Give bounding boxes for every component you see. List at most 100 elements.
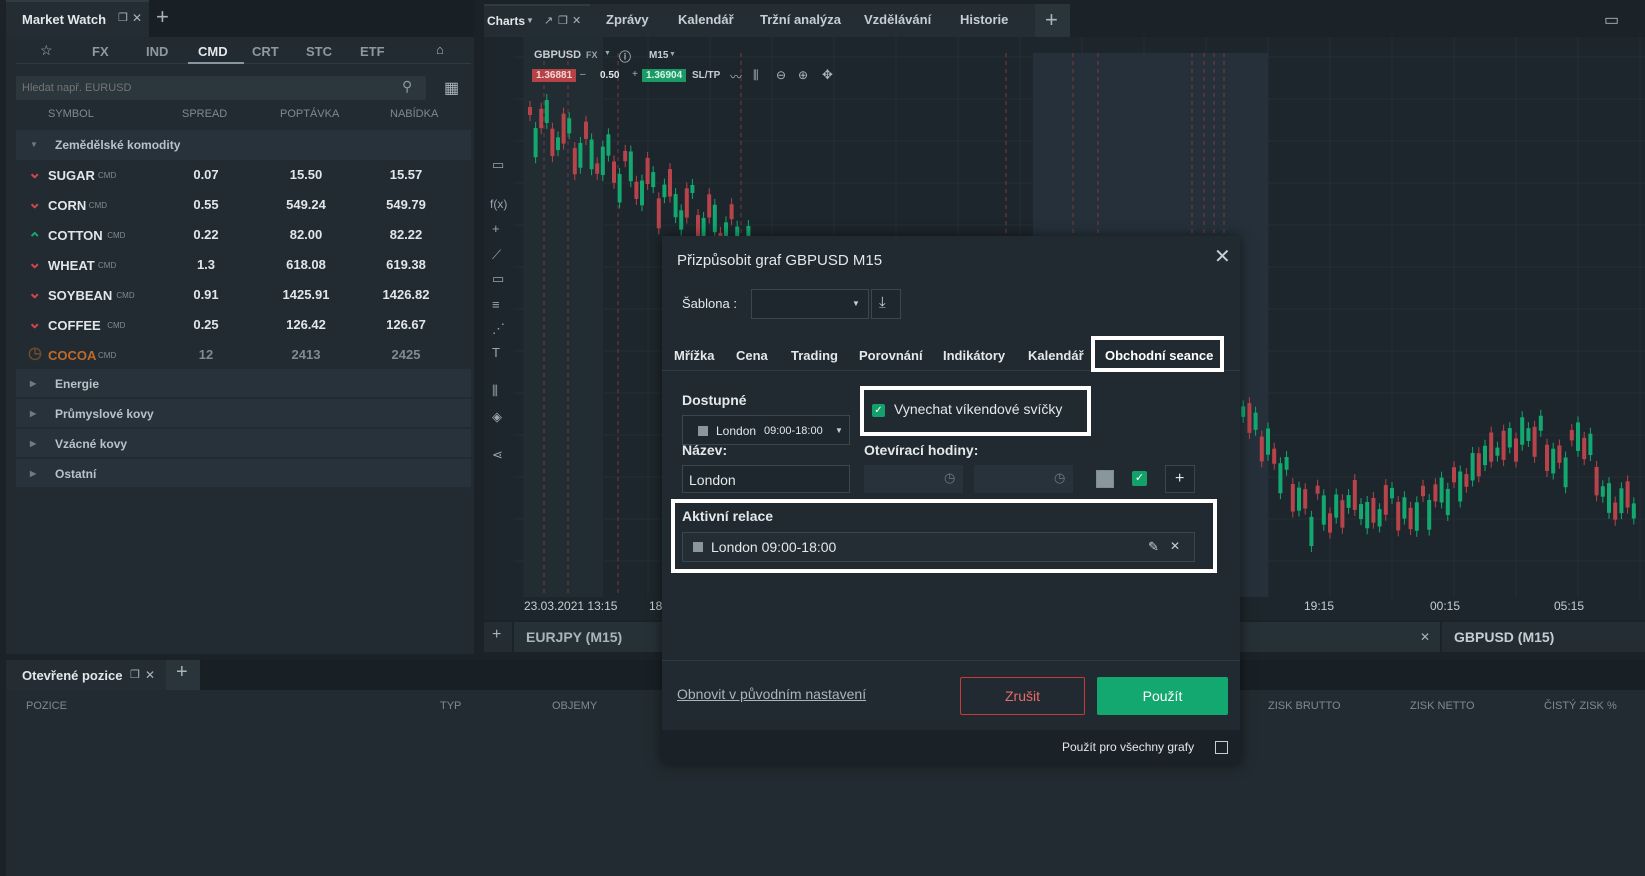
template-select[interactable]: ▼ — [751, 289, 869, 319]
tab-history[interactable]: Historie — [960, 12, 1008, 27]
share-icon[interactable]: ⋖ — [492, 447, 503, 463]
rectangle-tool-icon[interactable]: ▭ — [492, 271, 504, 287]
crosshair-icon[interactable]: ✥ — [822, 67, 833, 83]
zoom-in-icon[interactable]: ⊕ — [798, 68, 808, 82]
line-tool-icon[interactable]: ⟋ — [492, 247, 501, 263]
close-icon[interactable]: ✕ — [145, 668, 155, 682]
tab-calendar[interactable]: Kalendář — [678, 12, 734, 27]
tab-education[interactable]: Vzdělávání — [864, 12, 931, 27]
table-row[interactable]: ⌄ CORN CMD 0.55 549.24 549.79 — [16, 190, 471, 220]
candles-icon[interactable]: ⫼ — [753, 68, 759, 83]
zoom-out-icon[interactable]: ⊖ — [776, 68, 786, 82]
volume-value[interactable]: 0.50 — [600, 70, 619, 81]
table-row[interactable]: ⌄ WHEAT CMD 1.3 618.08 619.38 — [16, 250, 471, 280]
group-row[interactable]: ▶ Průmyslové kovy — [16, 399, 471, 427]
table-row[interactable]: ◷ COCOA CMD 12 2413 2425 — [16, 340, 471, 370]
add-session-button[interactable]: + — [1165, 465, 1195, 493]
chevron-down-icon[interactable]: ▼ — [604, 50, 611, 57]
symbol: COFFEE — [48, 318, 101, 333]
positions-tab[interactable]: Otevřené pozice ❐ ✕ — [6, 660, 166, 690]
maximize-icon[interactable]: ❐ — [130, 668, 140, 681]
tab-ind[interactable]: IND — [146, 44, 168, 59]
minus-icon[interactable]: – — [580, 69, 586, 80]
group-row[interactable]: ▶ Vzácné kovy — [16, 429, 471, 457]
apply-button[interactable]: Použít — [1097, 677, 1228, 715]
table-row[interactable]: ⌄ SUGAR CMD 0.07 15.50 15.57 — [16, 160, 471, 190]
tab-news[interactable]: Zprávy — [606, 12, 649, 27]
popout-icon[interactable]: ↗ — [544, 14, 553, 27]
add-tab-button[interactable]: + — [166, 660, 200, 690]
group-row[interactable]: ▶ Ostatní — [16, 459, 471, 487]
available-session-select[interactable]: London 09:00-18:00 ▼ — [682, 415, 850, 445]
add-tab-icon[interactable]: + — [156, 4, 169, 30]
chart-tab-gbpusd[interactable]: GBPUSD (M15) — [1442, 622, 1645, 652]
session-enabled-checkbox[interactable]: ✓ — [1132, 471, 1147, 486]
indicators-icon[interactable]: ⫼ — [492, 383, 498, 399]
close-icon[interactable]: ✕ — [1420, 630, 1430, 644]
search-box[interactable]: ⚲ — [16, 76, 426, 100]
function-icon[interactable]: f(x) — [490, 197, 507, 211]
tab-trading[interactable]: Trading — [791, 348, 838, 363]
tab-etf[interactable]: ETF — [360, 44, 385, 59]
close-icon[interactable]: ✕ — [1214, 244, 1231, 269]
close-time-input[interactable]: ◷ — [974, 465, 1073, 493]
maximize-icon[interactable]: ❐ — [558, 14, 568, 27]
close-icon[interactable]: ✕ — [572, 14, 581, 27]
crosshair-tool-icon[interactable]: + — [492, 221, 500, 236]
plus-icon[interactable]: + — [632, 69, 638, 80]
tab-grid[interactable]: Mřížka — [674, 348, 714, 363]
template-label: Šablona : — [682, 296, 737, 311]
session-name-input[interactable]: London — [682, 465, 850, 493]
ask-price[interactable]: 1.36904 — [642, 69, 687, 82]
tab-charts[interactable]: Charts ▼ ↗ ❐ ✕ — [484, 4, 590, 37]
table-row[interactable]: ⌄ SOYBEAN CMD 0.91 1425.91 1426.82 — [16, 280, 471, 310]
chart-timeframe[interactable]: M15 — [649, 50, 668, 61]
inbox-icon[interactable]: ⌂ — [436, 42, 444, 57]
info-icon[interactable]: ⓘ — [619, 48, 631, 65]
close-icon[interactable]: ✕ — [132, 11, 142, 25]
group-row[interactable]: ▶ Energie — [16, 369, 471, 397]
chart-symbol[interactable]: GBPUSD — [534, 49, 581, 61]
reset-link[interactable]: Obnovit v původním nastavení — [677, 686, 866, 702]
tab-stc[interactable]: STC — [306, 44, 332, 59]
expand-arrow-icon: ▶ — [30, 379, 37, 388]
tab-calendar[interactable]: Kalendář — [1028, 348, 1084, 363]
fibonacci-tool-icon[interactable]: ≡ — [492, 297, 500, 312]
open-time-input[interactable]: ◷ — [864, 465, 963, 493]
session-color-picker[interactable] — [1096, 470, 1114, 488]
symbol-tag: CMD — [107, 231, 126, 240]
chevron-down-icon[interactable]: ▼ — [669, 51, 676, 58]
tab-fx[interactable]: FX — [92, 44, 109, 59]
line-chart-icon[interactable]: 〰 — [730, 68, 742, 85]
maximize-icon[interactable]: ❐ — [118, 11, 128, 24]
grid-view-icon[interactable]: ▦ — [444, 78, 459, 98]
tab-price[interactable]: Cena — [736, 348, 768, 363]
layers-icon[interactable]: ◈ — [492, 409, 502, 425]
table-row[interactable]: ⌃ COTTON CMD 0.22 82.00 82.22 — [16, 220, 471, 250]
group-agricultural[interactable]: ▼ Zemědělské komodity — [16, 130, 471, 160]
download-template-button[interactable]: ⤓ — [871, 289, 901, 319]
sltp-label[interactable]: SL/TP — [692, 70, 720, 81]
favorites-star-icon[interactable]: ☆ — [40, 42, 53, 59]
collapse-arrow-icon: ▼ — [30, 140, 38, 149]
market-watch-title-tab[interactable]: Market Watch ❐ ✕ — [6, 0, 149, 37]
bid-price[interactable]: 1.36881 — [532, 69, 577, 82]
text-tool-icon[interactable]: T — [492, 345, 500, 360]
tab-cmd[interactable]: CMD — [198, 44, 228, 59]
table-row[interactable]: ⌄ COFFEE CMD 0.25 126.42 126.67 — [16, 310, 471, 340]
add-tab-button[interactable]: + — [1035, 4, 1070, 37]
apply-all-checkbox[interactable] — [1215, 741, 1228, 754]
layout-icon[interactable]: ▭ — [1604, 10, 1619, 30]
customize-chart-dialog: Přizpůsobit graf GBPUSD M15 ✕ Šablona : … — [662, 236, 1240, 764]
screen-icon[interactable]: ▭ — [492, 157, 504, 173]
cancel-button[interactable]: Zrušit — [960, 677, 1085, 715]
tab-indicators[interactable]: Indikátory — [943, 348, 1005, 363]
clock-icon: ◷ — [28, 345, 42, 362]
search-icon[interactable]: ⚲ — [402, 78, 412, 95]
search-input[interactable] — [22, 79, 382, 97]
tab-comparison[interactable]: Porovnání — [859, 348, 923, 363]
add-chart-button[interactable]: + — [484, 622, 512, 652]
tab-market-analysis[interactable]: Tržní analýza — [760, 12, 841, 27]
tab-crt[interactable]: CRT — [252, 44, 279, 59]
pitchfork-tool-icon[interactable]: ⋰ — [492, 321, 505, 337]
